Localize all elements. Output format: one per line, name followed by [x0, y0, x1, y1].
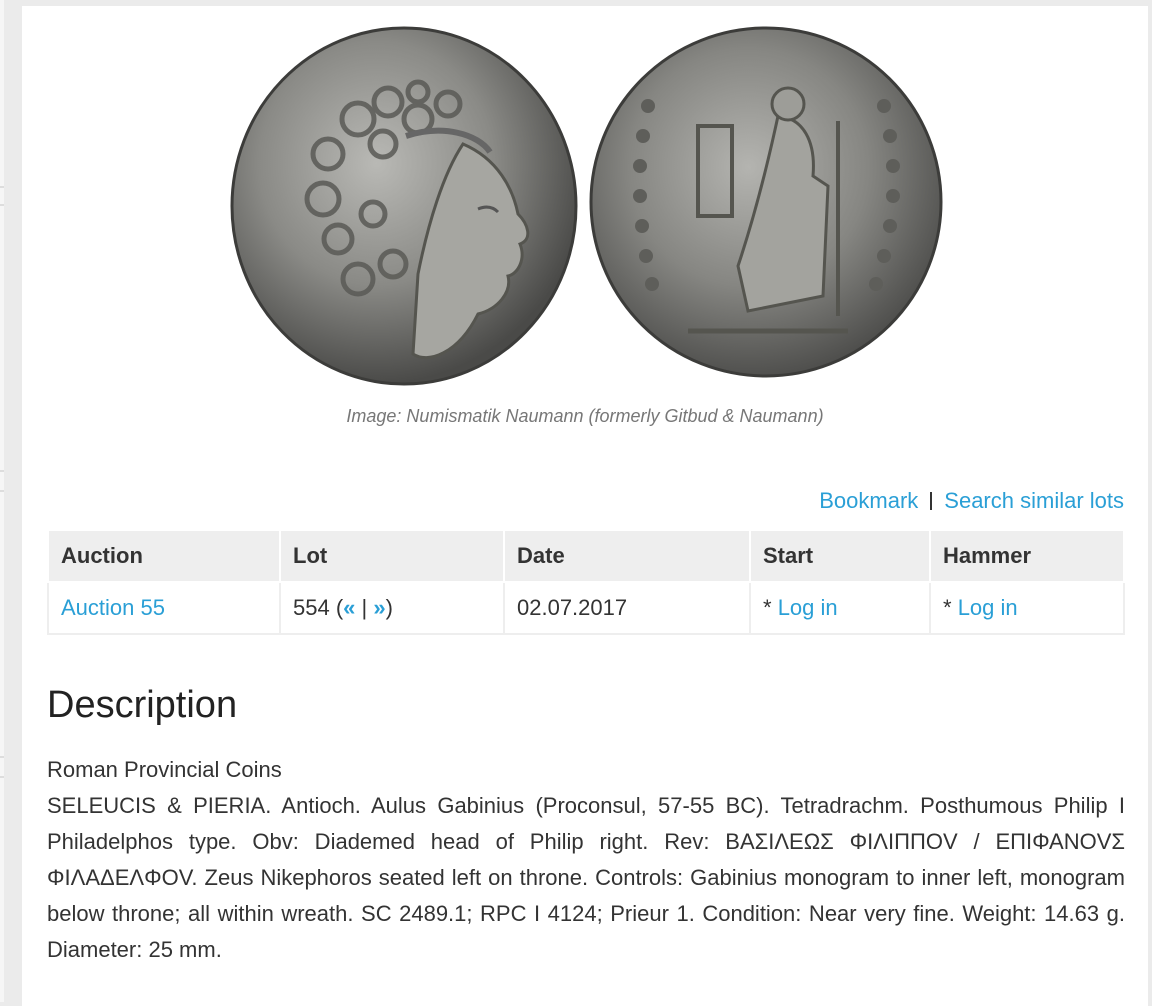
- lot-actions: Bookmark Search similar lots: [819, 488, 1124, 514]
- description-heading: Description: [47, 684, 238, 726]
- lot-cell: 554 (« | »): [279, 581, 505, 635]
- image-caption: Image: Numismatik Naumann (formerly Gitb…: [346, 406, 824, 426]
- hammer-login-link[interactable]: Log in: [958, 595, 1018, 620]
- search-similar-lots-link[interactable]: Search similar lots: [944, 488, 1124, 513]
- next-lot-link[interactable]: »: [373, 595, 385, 620]
- description-category: Roman Provincial Coins: [47, 757, 282, 782]
- date-cell: 02.07.2017: [503, 581, 751, 635]
- column-header-date: Date: [503, 529, 751, 583]
- coin-obverse-image: [230, 26, 578, 386]
- left-edge-divider: [0, 756, 4, 758]
- table-header-row: Auction Lot Date Start Hammer: [47, 529, 1125, 583]
- lot-info-table: Auction Lot Date Start Hammer Auction 55…: [47, 529, 1125, 635]
- lot-nav-divider: |: [361, 595, 368, 620]
- lot-paren-close: ): [385, 595, 393, 620]
- actions-divider: [930, 492, 933, 510]
- start-asterisk: *: [763, 595, 778, 620]
- column-header-lot: Lot: [279, 529, 505, 583]
- lot-detail-panel: Image: Numismatik Naumann (formerly Gitb…: [22, 6, 1148, 1006]
- table-row: Auction 55 554 (« | ») 02.07.2017 * Log …: [47, 581, 1125, 635]
- column-header-auction: Auction: [47, 529, 281, 583]
- left-edge-divider: [0, 490, 4, 492]
- auction-link[interactable]: Auction 55: [61, 595, 165, 620]
- left-edge-divider: [0, 776, 4, 778]
- left-edge-divider: [0, 470, 4, 472]
- left-edge-divider: [0, 186, 4, 188]
- previous-lot-link[interactable]: «: [343, 595, 355, 620]
- bookmark-link[interactable]: Bookmark: [819, 488, 918, 513]
- left-edge-divider: [0, 204, 4, 206]
- coin-reverse-image: [589, 26, 943, 378]
- left-edge-strip: [0, 0, 4, 1002]
- auction-cell: Auction 55: [47, 581, 281, 635]
- column-header-hammer: Hammer: [929, 529, 1125, 583]
- coin-image[interactable]: [228, 24, 944, 394]
- lot-number: 554: [293, 595, 330, 620]
- hammer-cell: * Log in: [929, 581, 1125, 635]
- start-cell: * Log in: [749, 581, 931, 635]
- column-header-start: Start: [749, 529, 931, 583]
- hammer-asterisk: *: [943, 595, 958, 620]
- description-text: SELEUCIS & PIERIA. Antioch. Aulus Gabini…: [47, 793, 1125, 962]
- start-login-link[interactable]: Log in: [778, 595, 838, 620]
